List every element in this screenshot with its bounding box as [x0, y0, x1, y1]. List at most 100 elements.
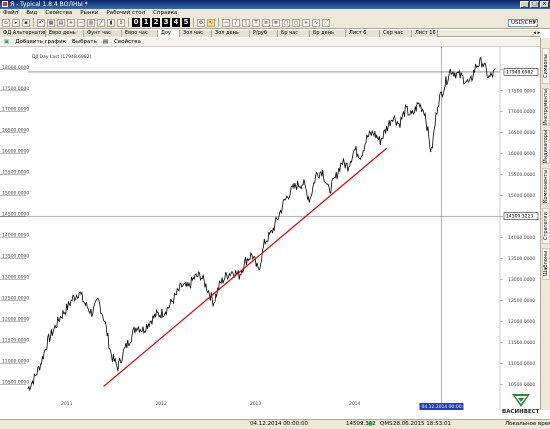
menu-properties[interactable]: Свойства [45, 9, 72, 17]
bars-icon[interactable]: ▥ [87, 18, 95, 27]
y-tick-label: 11000.0000 [508, 361, 535, 367]
ellipse-tool-icon[interactable]: ○ [292, 18, 300, 27]
tab-5[interactable]: Зол час [180, 30, 212, 37]
menu-desktop[interactable]: Рабочий стол [106, 9, 145, 17]
menu-help[interactable]: Справка [153, 9, 177, 17]
box-tool-icon[interactable]: □ [282, 18, 290, 27]
toolbar-separator [33, 18, 34, 27]
open-icon[interactable]: ▸ [12, 18, 20, 27]
chart-subbar: ▣ Добавить график Выбрать ▤ Свойства [0, 38, 540, 47]
cursor-date-label: 04.12.2014 00:00:00 [421, 404, 469, 410]
vline-tool-icon[interactable]: | [242, 18, 250, 27]
line-icon[interactable]: ╱ [97, 18, 105, 27]
add-chart-button[interactable]: Добавить график [15, 39, 66, 45]
right-panel-tab-3[interactable]: Компоненты [542, 168, 550, 204]
menu-markets[interactable]: Рынки [80, 9, 98, 17]
left-tick-label: 11500.0000 [2, 337, 29, 343]
fan-tool-icon[interactable]: ⋰ [322, 18, 330, 27]
chart-area[interactable]: DJI Day Last (17948.6982)18000.000018000… [0, 47, 540, 410]
y-tick-label: 10500.0000 [508, 382, 535, 388]
y-tick-label: 13500.0000 [508, 256, 535, 262]
grid-icon[interactable]: ▤ [57, 18, 65, 27]
left-tick-label: 12500.0000 [2, 296, 29, 302]
symbol-value: USD/CHF [511, 20, 536, 26]
minimize-button[interactable]: _ [520, 1, 529, 8]
red-trendline [103, 147, 388, 387]
pointer-icon[interactable]: ↖ [207, 18, 215, 27]
channel-tool-icon[interactable]: ≡ [262, 18, 270, 27]
y-tick-label: 12500.0000 [508, 298, 535, 304]
timeframe-1[interactable]: 1 [142, 18, 150, 27]
left-tick-label: 13500.0000 [2, 254, 29, 260]
symbol-select[interactable]: USD/CHF ▾ [508, 19, 538, 27]
menu-file[interactable]: Файл [3, 9, 18, 17]
left-tick-label: 13000.0000 [2, 275, 29, 281]
timeframe-3[interactable]: 3 [162, 18, 170, 27]
right-panel-tab-5[interactable]: Шаблоны [542, 248, 550, 280]
tab-0[interactable]: ФД Альтернатива [0, 30, 46, 37]
chart-title: DJI Day Last (17948.6982) [32, 54, 92, 60]
timeframe-4[interactable]: 4 [172, 18, 180, 27]
right-panel-tab-1[interactable]: Инструменты [542, 88, 550, 126]
settings-icon[interactable]: ⚙ [197, 18, 205, 27]
menu-view[interactable]: Вид [26, 9, 37, 17]
y-tick-label: 13000.0000 [508, 277, 535, 283]
tab-1[interactable]: Евро день [46, 30, 84, 37]
chevron-down-icon: ▾ [533, 20, 536, 26]
tab-2[interactable]: Фунт час [84, 30, 122, 37]
undo-icon[interactable]: ↶ [37, 18, 45, 27]
select-button[interactable]: Выбрать [72, 39, 97, 45]
chart-icon[interactable]: ▦ [47, 18, 55, 27]
save-icon[interactable]: ▪ [22, 18, 30, 27]
y-tick-label: 16000.0000 [508, 151, 535, 157]
cross-tool-icon[interactable]: + [302, 18, 310, 27]
wave-tool-icon[interactable]: ∿ [312, 18, 320, 27]
y-tick-label: 15000.0000 [508, 193, 535, 199]
window-title: Я - Typical 1.8.4 ВОЛНЫ * [10, 1, 88, 8]
right-panel-tab-2[interactable]: Индикаторы [542, 130, 550, 164]
trend-tool-icon[interactable]: / [232, 18, 240, 27]
left-tick-label: 16500.0000 [2, 128, 29, 134]
x-tick-label: 2012 [155, 401, 167, 407]
connection-icon: ● [368, 421, 373, 427]
timeframe-5[interactable]: 5 [182, 18, 190, 27]
left-tick-label: 15000.0000 [2, 191, 29, 197]
tab-12[interactable]: Лист 16 [412, 30, 438, 37]
title-bar: Я - Typical 1.8.4 ВОЛНЫ * _ □ × [0, 0, 550, 9]
status-bar: 04.12.2014 00:00:00 14509.322 ● QMS 28.0… [0, 419, 550, 429]
fib-tool-icon[interactable]: ≣ [272, 18, 280, 27]
left-tick-label: 17500.0000 [2, 86, 29, 92]
right-panel-tab-4[interactable]: Стратегии [542, 208, 550, 244]
zoom-out-icon[interactable]: − [77, 18, 85, 27]
tab-8[interactable]: Бр час [278, 30, 310, 37]
hline-tool-icon[interactable]: — [222, 18, 230, 27]
tab-6[interactable]: Зол день [212, 30, 250, 37]
tab-10[interactable]: Лист 6 [346, 30, 380, 37]
scale-icon[interactable]: ↕ [117, 18, 125, 27]
properties-button[interactable]: Свойства [114, 39, 141, 45]
y-tick-label: 16500.0000 [508, 130, 535, 136]
zoom-in-icon[interactable]: + [67, 18, 75, 27]
properties-icon: ▤ [102, 39, 109, 45]
tab-7[interactable]: Р/руб [250, 30, 278, 37]
chart-tabs: ФД Альтернатива Евро день Фунт час Евро час… [0, 30, 540, 37]
timeframe-2[interactable]: 2 [152, 18, 160, 27]
tab-9[interactable]: Бр день [310, 30, 346, 37]
current-value-label: 17948.6982 [506, 69, 533, 75]
tab-scroll-arrows[interactable]: ◂ ▸ [533, 30, 540, 37]
right-panel: Символы Инструменты Индикаторы Компоненты Ст… [540, 38, 550, 410]
price-chart[interactable]: DJI Day Last (17948.6982)18000.000018000… [0, 47, 540, 410]
candles-icon[interactable]: ▮ [107, 18, 115, 27]
tab-4[interactable]: Доу [158, 30, 180, 37]
y-tick-label: 15500.0000 [508, 172, 535, 178]
maximize-button[interactable]: □ [530, 1, 539, 8]
text-tool-icon[interactable]: T [252, 18, 260, 27]
tab-3[interactable]: Евро час [122, 30, 158, 37]
left-tick-label: 17000.0000 [2, 107, 29, 113]
timeframe-0[interactable]: 0 [132, 18, 140, 27]
x-tick-label: 2014 [349, 401, 361, 407]
right-panel-tab-0[interactable]: Символы [542, 48, 550, 84]
tab-11[interactable]: Сер час [380, 30, 412, 37]
new-icon[interactable]: ▫ [2, 18, 10, 27]
close-button[interactable]: × [540, 1, 549, 8]
